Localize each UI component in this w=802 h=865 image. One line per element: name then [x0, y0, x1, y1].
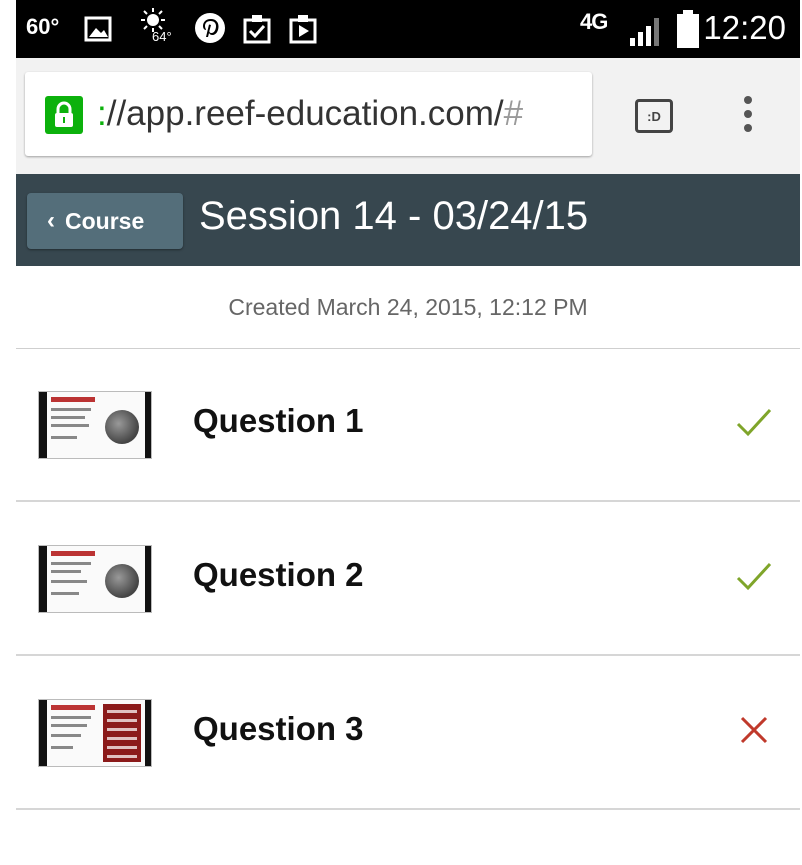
- pinterest-icon: [195, 13, 225, 43]
- menu-dot-icon: [744, 124, 752, 132]
- question-label: Question 1: [193, 402, 364, 439]
- menu-dot-icon: [744, 110, 752, 118]
- slide-thumbnail: [38, 699, 152, 767]
- weather-temp-text: 64°: [152, 29, 172, 44]
- question-label: Question 2: [193, 556, 364, 593]
- video-clipboard-icon: [289, 15, 317, 44]
- checkmark-icon: [736, 408, 772, 437]
- created-timestamp: Created March 24, 2015, 12:12 PM: [16, 266, 800, 349]
- slide-thumbnail: [38, 545, 152, 613]
- signal-icon: [630, 18, 659, 46]
- phone-screen: 60° 64° 4G 12:20://app.reef-education.c…: [16, 0, 800, 865]
- back-to-course-button[interactable]: ‹ Course: [27, 193, 183, 249]
- tab-switcher-button[interactable]: :D: [635, 99, 673, 133]
- page-title: Session 14 - 03/24/15: [199, 194, 589, 238]
- clipboard-check-icon: [243, 15, 271, 44]
- address-bar[interactable]: ://app.reef-education.com/#: [25, 72, 592, 156]
- secure-lock-icon[interactable]: [45, 96, 83, 134]
- url-main: //app.reef-education.com/: [106, 94, 504, 133]
- url-tail: #: [503, 94, 524, 133]
- gallery-icon: [84, 16, 112, 42]
- back-button-label: Course: [65, 207, 145, 234]
- menu-dot-icon: [744, 96, 752, 104]
- question-row[interactable]: Question 1: [16, 348, 800, 502]
- slide-thumbnail: [38, 391, 152, 459]
- session-header: ‹ Course Session 14 - 03/24/15: [16, 174, 800, 266]
- checkmark-icon: [736, 562, 772, 591]
- network-type-text: 4G: [580, 9, 608, 34]
- question-row[interactable]: Question 3: [16, 656, 800, 810]
- chevron-left-icon: ‹: [47, 207, 55, 234]
- clock-text: 12:20: [703, 9, 786, 46]
- url-text[interactable]: ://app.reef-education.com/#: [97, 94, 577, 134]
- battery-icon: [677, 10, 699, 48]
- question-label: Question 3: [193, 710, 364, 747]
- temperature-text: 60°: [26, 14, 60, 39]
- status-bar: 60° 64° 4G 12:20: [16, 0, 800, 58]
- overflow-menu-button[interactable]: [736, 96, 760, 136]
- cross-icon: [740, 716, 768, 744]
- question-list: Question 1 Question 2 Question 3: [16, 348, 800, 810]
- url-scheme-fragment: :: [97, 94, 107, 133]
- browser-toolbar: ://app.reef-education.com/# :D: [16, 58, 800, 174]
- question-row[interactable]: Question 2: [16, 502, 800, 656]
